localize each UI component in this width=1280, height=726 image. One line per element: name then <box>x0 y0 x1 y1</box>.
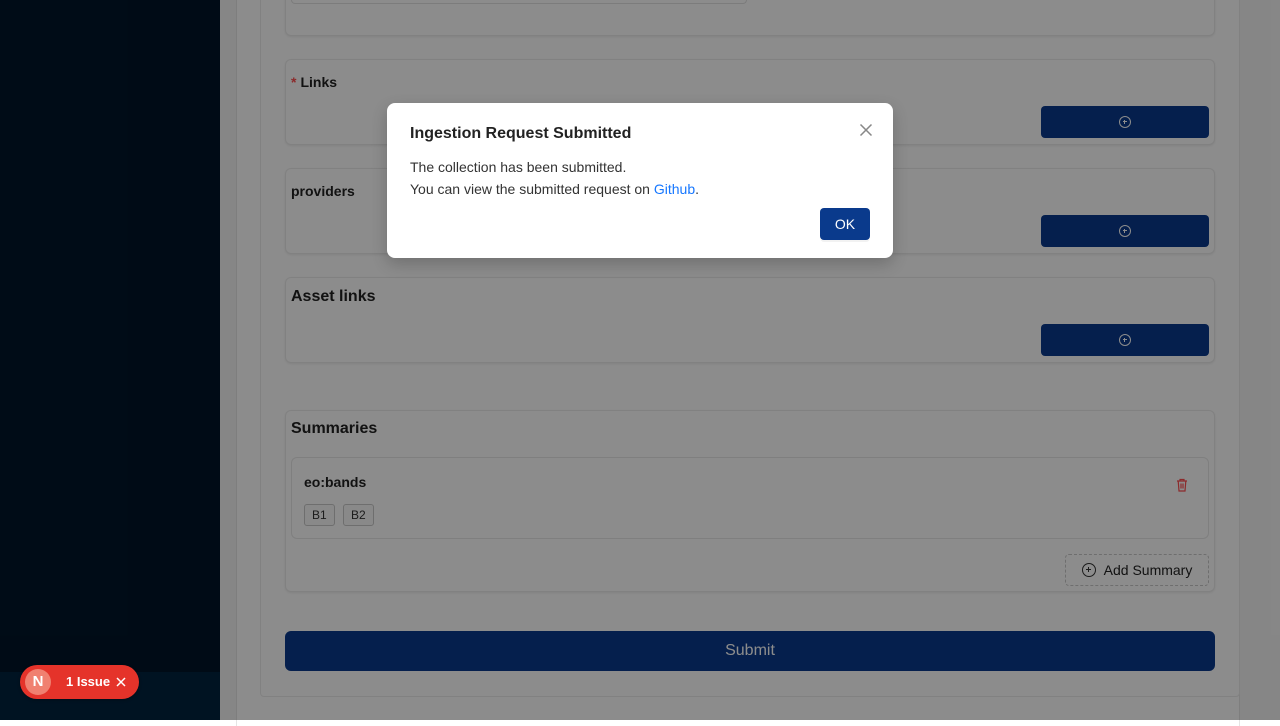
modal-link-line: You can view the submitted request on Gi… <box>410 178 699 200</box>
issues-count: 1 Issue <box>66 674 111 689</box>
nextjs-logo-icon: N <box>25 669 51 695</box>
modal-link-prefix: You can view the submitted request on <box>410 181 654 197</box>
close-icon[interactable] <box>859 123 873 137</box>
close-icon[interactable] <box>115 676 127 688</box>
modal-link-suffix: . <box>695 181 699 197</box>
modal-title: Ingestion Request Submitted <box>410 125 632 142</box>
issues-badge[interactable]: N 1 Issue <box>20 665 139 699</box>
modal-message: The collection has been submitted. <box>410 159 627 175</box>
modal-body: The collection has been submitted. You c… <box>410 156 699 200</box>
ok-button[interactable]: OK <box>820 208 870 240</box>
github-link[interactable]: Github <box>654 181 695 197</box>
submission-modal: Ingestion Request Submitted The collecti… <box>387 103 893 258</box>
